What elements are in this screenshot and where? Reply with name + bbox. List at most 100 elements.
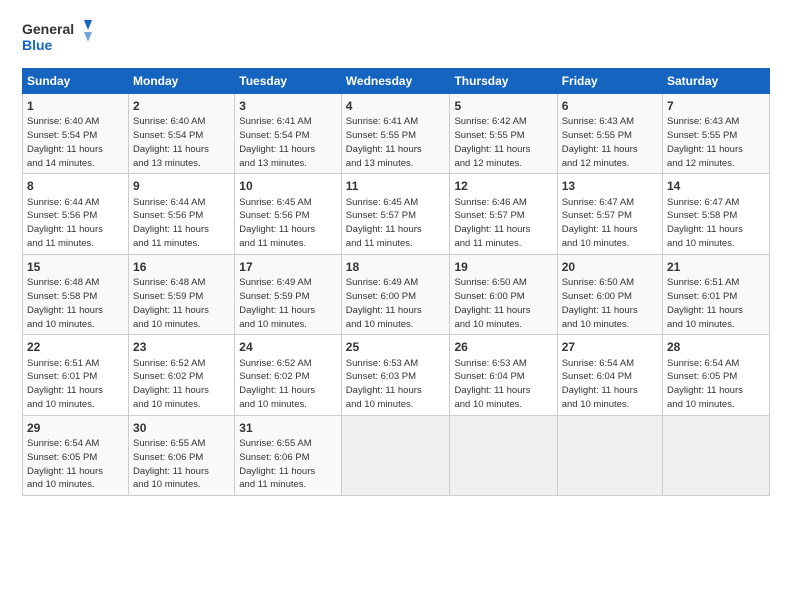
calendar-cell: 20 Sunrise: 6:50 AMSunset: 6:00 PMDaylig… — [557, 254, 662, 334]
day-info: Sunrise: 6:54 AMSunset: 6:05 PMDaylight:… — [667, 358, 743, 410]
day-number: 22 — [27, 339, 124, 355]
day-number: 6 — [562, 98, 658, 114]
day-info: Sunrise: 6:40 AMSunset: 5:54 PMDaylight:… — [27, 116, 103, 168]
day-number: 27 — [562, 339, 658, 355]
day-number: 2 — [133, 98, 230, 114]
day-number: 20 — [562, 259, 658, 275]
day-number: 3 — [239, 98, 337, 114]
calendar-cell: 11 Sunrise: 6:45 AMSunset: 5:57 PMDaylig… — [341, 174, 450, 254]
dow-header: Friday — [557, 69, 662, 94]
day-number: 8 — [27, 178, 124, 194]
calendar-cell — [341, 415, 450, 495]
calendar-cell: 16 Sunrise: 6:48 AMSunset: 5:59 PMDaylig… — [129, 254, 235, 334]
dow-header: Saturday — [663, 69, 770, 94]
calendar-cell: 8 Sunrise: 6:44 AMSunset: 5:56 PMDayligh… — [23, 174, 129, 254]
dow-header: Wednesday — [341, 69, 450, 94]
day-number: 19 — [454, 259, 552, 275]
day-info: Sunrise: 6:55 AMSunset: 6:06 PMDaylight:… — [133, 438, 209, 490]
dow-header: Thursday — [450, 69, 557, 94]
day-info: Sunrise: 6:47 AMSunset: 5:58 PMDaylight:… — [667, 197, 743, 249]
calendar-cell: 5 Sunrise: 6:42 AMSunset: 5:55 PMDayligh… — [450, 94, 557, 174]
day-info: Sunrise: 6:51 AMSunset: 6:01 PMDaylight:… — [27, 358, 103, 410]
day-number: 21 — [667, 259, 765, 275]
dow-header: Monday — [129, 69, 235, 94]
logo: General Blue — [22, 18, 92, 60]
day-info: Sunrise: 6:41 AMSunset: 5:54 PMDaylight:… — [239, 116, 315, 168]
day-number: 17 — [239, 259, 337, 275]
day-info: Sunrise: 6:43 AMSunset: 5:55 PMDaylight:… — [667, 116, 743, 168]
page: General Blue SundayMondayTuesdayWednesda… — [0, 0, 792, 612]
day-number: 14 — [667, 178, 765, 194]
day-info: Sunrise: 6:44 AMSunset: 5:56 PMDaylight:… — [27, 197, 103, 249]
dow-header: Sunday — [23, 69, 129, 94]
calendar-cell: 31 Sunrise: 6:55 AMSunset: 6:06 PMDaylig… — [235, 415, 342, 495]
calendar: SundayMondayTuesdayWednesdayThursdayFrid… — [22, 68, 770, 496]
calendar-cell: 17 Sunrise: 6:49 AMSunset: 5:59 PMDaylig… — [235, 254, 342, 334]
calendar-cell: 2 Sunrise: 6:40 AMSunset: 5:54 PMDayligh… — [129, 94, 235, 174]
day-number: 15 — [27, 259, 124, 275]
calendar-cell: 10 Sunrise: 6:45 AMSunset: 5:56 PMDaylig… — [235, 174, 342, 254]
calendar-cell: 19 Sunrise: 6:50 AMSunset: 6:00 PMDaylig… — [450, 254, 557, 334]
day-info: Sunrise: 6:54 AMSunset: 6:05 PMDaylight:… — [27, 438, 103, 490]
calendar-cell: 15 Sunrise: 6:48 AMSunset: 5:58 PMDaylig… — [23, 254, 129, 334]
day-info: Sunrise: 6:45 AMSunset: 5:57 PMDaylight:… — [346, 197, 422, 249]
calendar-cell: 14 Sunrise: 6:47 AMSunset: 5:58 PMDaylig… — [663, 174, 770, 254]
day-number: 18 — [346, 259, 446, 275]
day-number: 25 — [346, 339, 446, 355]
day-info: Sunrise: 6:40 AMSunset: 5:54 PMDaylight:… — [133, 116, 209, 168]
day-number: 23 — [133, 339, 230, 355]
calendar-cell: 22 Sunrise: 6:51 AMSunset: 6:01 PMDaylig… — [23, 335, 129, 415]
day-info: Sunrise: 6:49 AMSunset: 6:00 PMDaylight:… — [346, 277, 422, 329]
day-number: 5 — [454, 98, 552, 114]
day-info: Sunrise: 6:47 AMSunset: 5:57 PMDaylight:… — [562, 197, 638, 249]
calendar-cell: 21 Sunrise: 6:51 AMSunset: 6:01 PMDaylig… — [663, 254, 770, 334]
day-info: Sunrise: 6:43 AMSunset: 5:55 PMDaylight:… — [562, 116, 638, 168]
calendar-cell: 30 Sunrise: 6:55 AMSunset: 6:06 PMDaylig… — [129, 415, 235, 495]
day-info: Sunrise: 6:44 AMSunset: 5:56 PMDaylight:… — [133, 197, 209, 249]
calendar-cell — [557, 415, 662, 495]
day-info: Sunrise: 6:52 AMSunset: 6:02 PMDaylight:… — [239, 358, 315, 410]
calendar-cell: 29 Sunrise: 6:54 AMSunset: 6:05 PMDaylig… — [23, 415, 129, 495]
day-info: Sunrise: 6:51 AMSunset: 6:01 PMDaylight:… — [667, 277, 743, 329]
day-info: Sunrise: 6:50 AMSunset: 6:00 PMDaylight:… — [454, 277, 530, 329]
calendar-cell — [663, 415, 770, 495]
svg-text:Blue: Blue — [22, 37, 53, 53]
day-info: Sunrise: 6:42 AMSunset: 5:55 PMDaylight:… — [454, 116, 530, 168]
calendar-cell: 7 Sunrise: 6:43 AMSunset: 5:55 PMDayligh… — [663, 94, 770, 174]
day-number: 10 — [239, 178, 337, 194]
calendar-cell: 1 Sunrise: 6:40 AMSunset: 5:54 PMDayligh… — [23, 94, 129, 174]
day-number: 9 — [133, 178, 230, 194]
day-info: Sunrise: 6:45 AMSunset: 5:56 PMDaylight:… — [239, 197, 315, 249]
day-number: 30 — [133, 420, 230, 436]
day-number: 24 — [239, 339, 337, 355]
day-number: 29 — [27, 420, 124, 436]
day-number: 26 — [454, 339, 552, 355]
day-number: 4 — [346, 98, 446, 114]
calendar-cell: 6 Sunrise: 6:43 AMSunset: 5:55 PMDayligh… — [557, 94, 662, 174]
day-info: Sunrise: 6:54 AMSunset: 6:04 PMDaylight:… — [562, 358, 638, 410]
day-info: Sunrise: 6:55 AMSunset: 6:06 PMDaylight:… — [239, 438, 315, 490]
day-info: Sunrise: 6:53 AMSunset: 6:03 PMDaylight:… — [346, 358, 422, 410]
day-number: 7 — [667, 98, 765, 114]
calendar-cell: 28 Sunrise: 6:54 AMSunset: 6:05 PMDaylig… — [663, 335, 770, 415]
day-info: Sunrise: 6:49 AMSunset: 5:59 PMDaylight:… — [239, 277, 315, 329]
day-info: Sunrise: 6:41 AMSunset: 5:55 PMDaylight:… — [346, 116, 422, 168]
calendar-cell: 4 Sunrise: 6:41 AMSunset: 5:55 PMDayligh… — [341, 94, 450, 174]
calendar-cell: 25 Sunrise: 6:53 AMSunset: 6:03 PMDaylig… — [341, 335, 450, 415]
calendar-cell: 23 Sunrise: 6:52 AMSunset: 6:02 PMDaylig… — [129, 335, 235, 415]
day-number: 16 — [133, 259, 230, 275]
day-number: 12 — [454, 178, 552, 194]
day-info: Sunrise: 6:52 AMSunset: 6:02 PMDaylight:… — [133, 358, 209, 410]
day-info: Sunrise: 6:53 AMSunset: 6:04 PMDaylight:… — [454, 358, 530, 410]
day-info: Sunrise: 6:46 AMSunset: 5:57 PMDaylight:… — [454, 197, 530, 249]
dow-header: Tuesday — [235, 69, 342, 94]
calendar-cell: 13 Sunrise: 6:47 AMSunset: 5:57 PMDaylig… — [557, 174, 662, 254]
calendar-cell: 12 Sunrise: 6:46 AMSunset: 5:57 PMDaylig… — [450, 174, 557, 254]
calendar-cell: 18 Sunrise: 6:49 AMSunset: 6:00 PMDaylig… — [341, 254, 450, 334]
calendar-cell: 26 Sunrise: 6:53 AMSunset: 6:04 PMDaylig… — [450, 335, 557, 415]
header: General Blue — [22, 18, 770, 60]
day-number: 1 — [27, 98, 124, 114]
day-info: Sunrise: 6:48 AMSunset: 5:58 PMDaylight:… — [27, 277, 103, 329]
calendar-cell: 9 Sunrise: 6:44 AMSunset: 5:56 PMDayligh… — [129, 174, 235, 254]
day-number: 28 — [667, 339, 765, 355]
